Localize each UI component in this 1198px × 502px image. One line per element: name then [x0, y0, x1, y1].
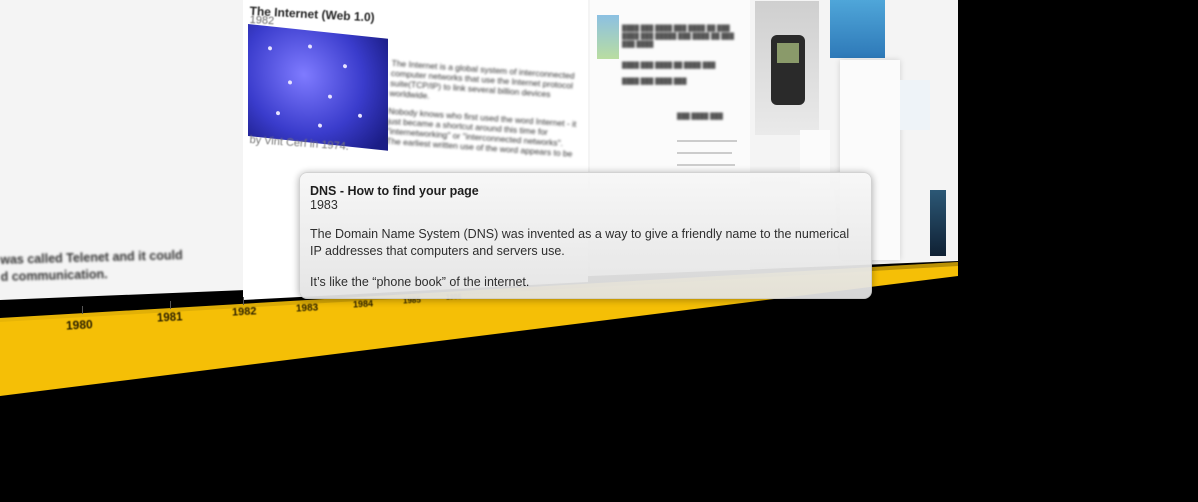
tooltip-title: DNS - How to find your page: [310, 184, 479, 198]
www-card-bar-1: [677, 140, 737, 142]
www-card-text: ████ ███ ████ ███ ████ ██ ███ ████ ███ █…: [622, 26, 735, 48]
www-card-text-3: ████ ███ ████ ███: [622, 79, 687, 85]
www-card-bar-3: [677, 164, 735, 166]
timeline-year-1984[interactable]: 1984: [353, 298, 374, 309]
www-card-bar-2: [677, 152, 732, 154]
computer-network-icon: [597, 15, 619, 59]
blackberry-phone-image: [755, 1, 819, 135]
timeline-scene: was called Telenet and it could d commun…: [0, 0, 1198, 502]
cloud-card-image: [900, 80, 930, 130]
timeline-year-1980[interactable]: 1980: [66, 317, 93, 332]
telenet-card-text[interactable]: was called Telenet and it could d commun…: [0, 247, 183, 286]
dark-tech-image: [930, 190, 946, 256]
internet-card-description: The Internet is a global system of inter…: [386, 58, 582, 159]
tooltip-body-2: It’s like the “phone book” of the intern…: [310, 275, 530, 289]
tooltip-body: The Domain Name System (DNS) was invente…: [310, 227, 850, 258]
www-card-subtitle: ███ ████ ███: [677, 114, 723, 120]
timeline-year-1982[interactable]: 1982: [232, 305, 257, 318]
cloud-computing-image: [830, 0, 885, 58]
phone-screen: [777, 43, 799, 63]
tick-1981: [170, 301, 171, 309]
network-globe-image: [248, 24, 388, 151]
timeline-year-1983[interactable]: 1983: [296, 302, 319, 314]
event-tooltip: DNS - How to find your page 1983 The Dom…: [299, 172, 872, 299]
timeline-year-1981[interactable]: 1981: [157, 311, 183, 324]
tooltip-year: 1983: [310, 198, 338, 212]
tick-1980: [82, 306, 83, 314]
www-card-text-2: ████ ███ ████ ██ ████ ███: [622, 63, 716, 69]
tick-1982: [243, 297, 244, 305]
